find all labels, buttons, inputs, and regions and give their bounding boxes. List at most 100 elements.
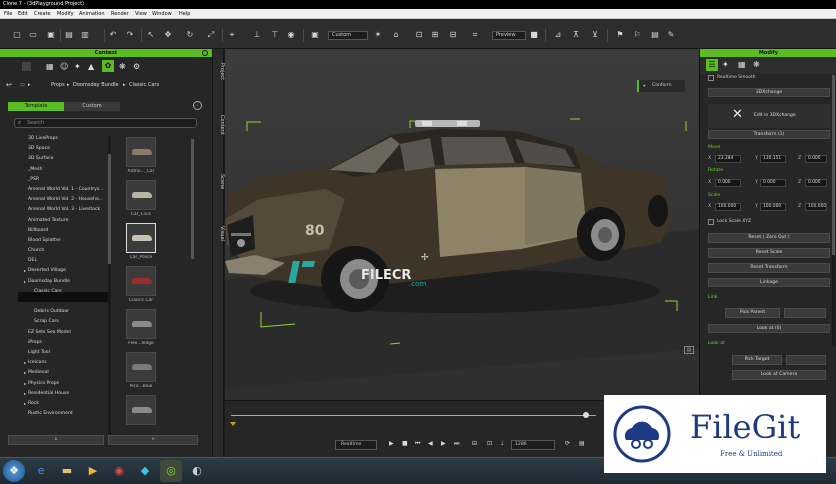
tree-item[interactable]: ▸ Iceicons [24,358,116,368]
frame-field[interactable]: 1286 [511,440,555,450]
move-x-field[interactable]: 23.284 [715,155,741,163]
breadcrumb-item[interactable]: Classic Cars [129,80,159,90]
tree-icon[interactable]: ⊻ [590,30,600,40]
reset-scale-button[interactable]: Reset Scale [708,248,830,258]
display-icon[interactable]: ⊟ [448,30,458,40]
scale-z-field[interactable]: 100.000 [805,203,827,211]
loop-icon[interactable]: ⊟ [472,440,477,447]
audio-icon[interactable]: ♩ [501,440,504,447]
next-icon[interactable]: ⏭ [454,440,459,448]
redo-icon[interactable]: ↷ [125,30,135,40]
view-mode-select[interactable]: Custom [328,31,368,40]
tree-item[interactable]: _Mesh [24,165,116,175]
flag-alt-icon[interactable]: ⚐ [632,30,642,40]
tab-scene[interactable]: Scene [213,174,225,189]
back-icon[interactable] [22,62,31,71]
pick-target-button[interactable]: Pick Target [732,355,782,365]
tree-item[interactable]: 3D Surface [24,154,116,164]
play-icon[interactable]: ▶ [389,440,394,447]
physics-tab-icon[interactable]: ❋ [753,60,760,69]
new-project-icon[interactable]: ▢ [12,30,22,40]
scale-icon[interactable]: ⤢ [206,30,216,40]
scale-y-field[interactable]: 100.000 [760,203,786,211]
app-alt-icon[interactable]: ◐ [186,460,208,482]
tab-content[interactable]: Content [213,115,225,135]
flag-icon[interactable]: ⚑ [615,30,625,40]
prop-thumbnail[interactable] [126,309,156,339]
viewport-info-icon[interactable]: ▤ [684,346,694,354]
video-icon[interactable]: ■ [529,30,539,40]
file-explorer-icon[interactable]: ▬ [56,460,78,482]
prop-thumbnail[interactable] [126,180,156,210]
expand-arrow-icon[interactable]: ▸ [24,277,26,287]
start-button-icon[interactable]: ❖ [3,460,25,482]
export-icon[interactable]: ▥ [80,30,90,40]
rotate-icon[interactable]: ↻ [185,30,195,40]
undo-icon[interactable]: ↶ [108,30,118,40]
snap-icon[interactable]: ⌖ [227,30,237,40]
tab-custom[interactable]: Custom [64,102,120,111]
material-icon[interactable]: ❋ [119,62,126,71]
range-icon[interactable]: ⊡ [487,440,492,447]
prop-thumbnail[interactable] [126,395,156,425]
tree-item[interactable]: EZ Sets Sea Model [24,328,116,338]
breadcrumb-back-icon[interactable]: ↩ [6,80,12,90]
terrain-icon[interactable]: ⊼ [571,30,581,40]
timeline-playhead[interactable] [583,412,589,418]
tree-item[interactable]: ▸ Rock [24,399,116,409]
expand-arrow-icon[interactable]: ▸ [24,379,26,389]
menu-modify[interactable]: Modify [57,11,74,17]
tree-item[interactable]: Arsenal World Vol. 1 - Countrys... [24,185,116,195]
menu-edit[interactable]: Edit [18,11,28,17]
expand-arrow-icon[interactable]: ▸ [24,389,26,399]
prop-thumbnail[interactable] [126,266,156,296]
camera-icon[interactable]: ⌗ [470,30,480,40]
conform-toggle[interactable]: ⌖ Conform [637,80,685,92]
tree-item[interactable]: _PSR [24,175,116,185]
expand-arrow-icon[interactable]: ▸ [24,399,26,409]
drop-icon[interactable]: ⊤ [270,30,280,40]
move-y-field[interactable]: 130.151 [760,155,786,163]
edit-3dxchange-button[interactable]: ✕ Edit in 3DXchange [708,104,830,128]
motion-tab-icon[interactable]: ✦ [722,60,729,69]
iclone-taskbar-icon[interactable]: ◎ [160,460,182,482]
breadcrumb-item[interactable]: Doomsday Bundle [73,80,119,90]
sync-icon[interactable]: ⟳ [565,440,570,447]
tree-item[interactable]: ▸ Doomsday Bundle [24,277,116,287]
expand-arrow-icon[interactable]: ▸ [24,358,26,368]
import-icon[interactable]: ▤ [64,30,74,40]
modify-scroll-thumb[interactable] [832,75,835,255]
tree-item[interactable]: Scrap Cars [24,317,116,327]
tree-item[interactable]: Arsenal World Vol. 3 - Livestock [24,205,116,215]
tree-item[interactable]: ▸ Residential House [24,389,116,399]
menu-view[interactable]: View [135,11,147,17]
tree-item[interactable]: Light Tool [24,348,116,358]
avatar-icon[interactable]: ☺ [60,62,68,71]
tab-visual[interactable]: Visual [213,226,225,241]
rotate-z-field[interactable]: 0.000 [805,179,827,187]
visibility-icon[interactable]: ◉ [286,30,296,40]
prop-thumbnail[interactable] [126,352,156,382]
move-icon[interactable]: ✥ [163,30,173,40]
paint-icon[interactable]: ⊿ [553,30,563,40]
look-at-camera-button[interactable]: Look at Camera [732,370,826,380]
material-tab-icon[interactable]: ▦ [738,60,746,69]
stop-icon[interactable]: ■ [402,440,408,447]
section-transform[interactable]: Transform (1) [708,130,830,139]
internet-explorer-icon[interactable]: e [30,460,52,482]
timeline-menu-icon[interactable]: ▤ [579,440,585,447]
attribute-tab-icon[interactable]: ☰ [706,59,718,71]
reset-transform-button[interactable]: Reset Transform [708,263,830,273]
prop-thumbnail[interactable] [126,137,156,167]
tree-item[interactable]: iProps [24,338,116,348]
modify-scrollbar[interactable] [832,75,835,345]
menu-create[interactable]: Create [34,11,51,17]
align-icon[interactable]: ⊥ [252,30,262,40]
expand-arrow-icon[interactable]: ▸ [24,368,26,378]
tree-item[interactable]: ▸ Medieval [24,368,116,378]
thumb-scroll-thumb[interactable] [191,139,194,259]
step-forward-icon[interactable]: ▶ [441,440,446,447]
download-button[interactable]: ↓ [8,435,104,445]
timeline-track[interactable] [231,415,596,416]
grid-icon[interactable]: ⊞ [430,30,440,40]
